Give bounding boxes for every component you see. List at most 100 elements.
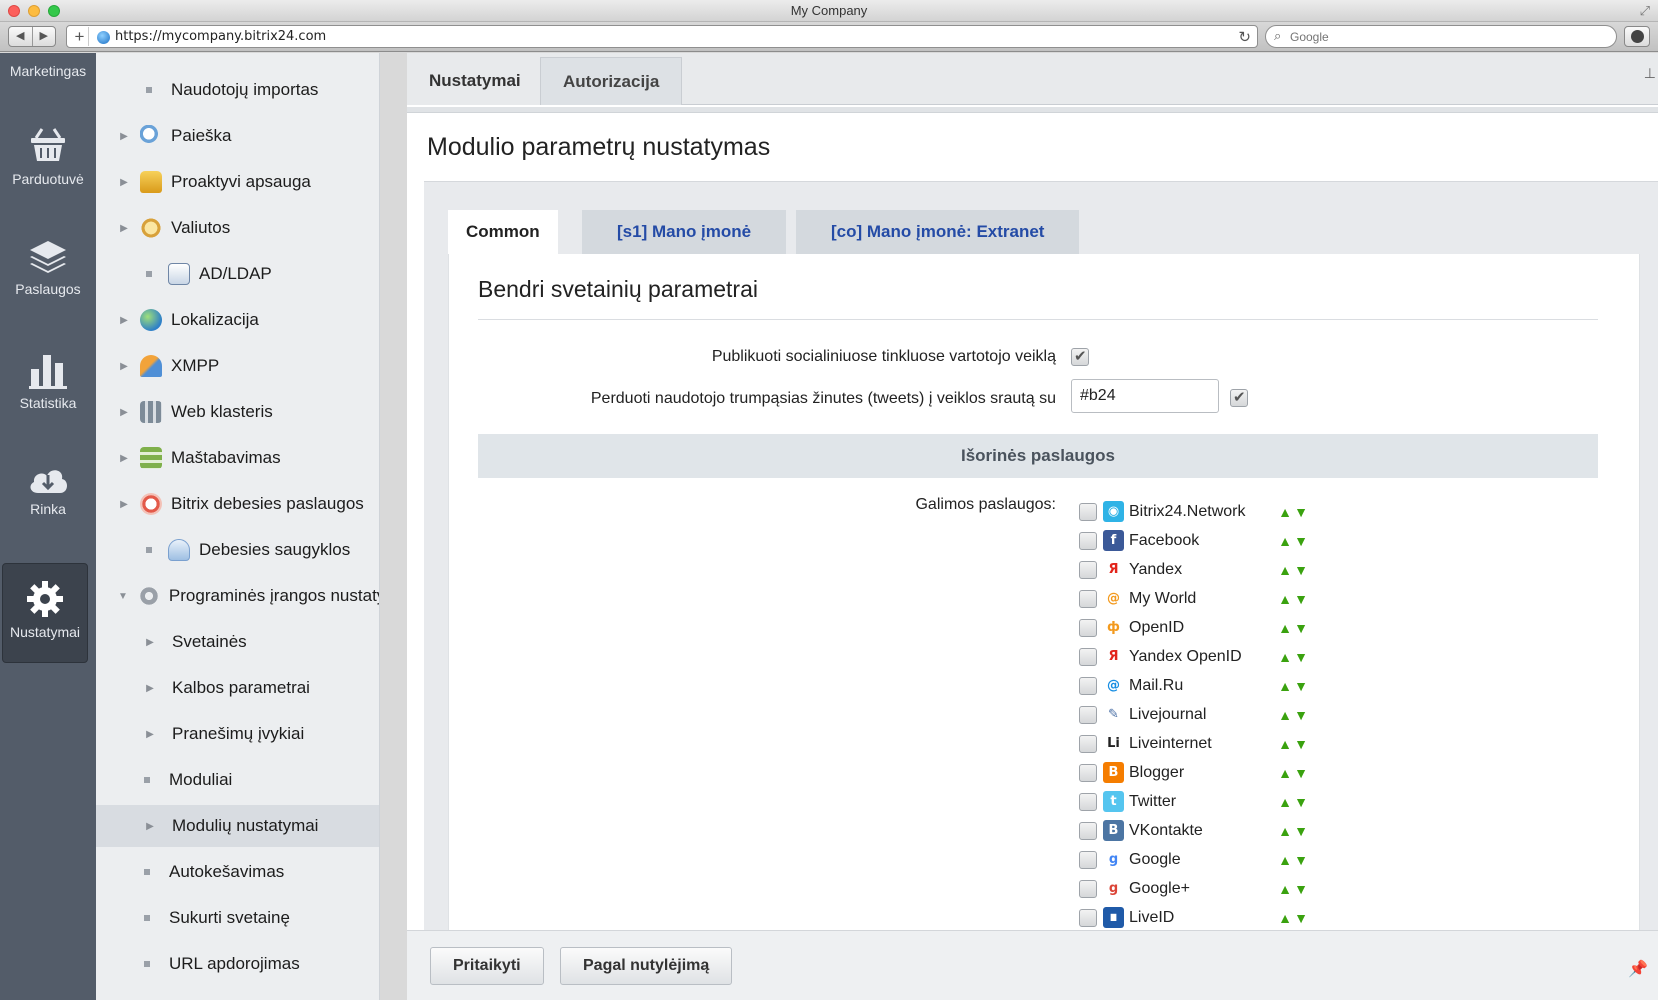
service-checkbox[interactable] bbox=[1079, 792, 1097, 811]
tree-item-search[interactable]: ▶ Paieška bbox=[96, 115, 379, 157]
subtab-co[interactable]: [co] Mano įmonė: Extranet bbox=[796, 210, 1080, 254]
move-up-icon[interactable]: ▲ bbox=[1277, 533, 1293, 549]
service-checkbox[interactable] bbox=[1079, 734, 1097, 753]
service-checkbox[interactable] bbox=[1079, 908, 1097, 927]
expand-arrow-icon[interactable]: ▶ bbox=[144, 821, 156, 832]
tree-item-sites[interactable]: ▶ Svetainės bbox=[96, 621, 379, 663]
move-up-icon[interactable]: ▲ bbox=[1277, 678, 1293, 694]
move-up-icon[interactable]: ▲ bbox=[1277, 794, 1293, 810]
rail-item-shop[interactable]: Parduotuvė bbox=[0, 125, 96, 187]
expand-arrow-icon[interactable]: ▶ bbox=[118, 177, 130, 188]
search-input[interactable] bbox=[1290, 28, 1600, 45]
rail-item-market[interactable]: Rinka bbox=[0, 463, 96, 517]
move-up-icon[interactable]: ▲ bbox=[1277, 736, 1293, 752]
collapse-arrow-icon[interactable]: ▼ bbox=[118, 591, 128, 602]
move-up-icon[interactable]: ▲ bbox=[1277, 910, 1293, 926]
tree-item-language-params[interactable]: ▶ Kalbos parametrai bbox=[96, 667, 379, 709]
tree-item-proactive-protection[interactable]: ▶ Proaktyvi apsauga bbox=[96, 161, 379, 203]
forward-icon[interactable]: ▶ bbox=[33, 27, 56, 46]
tree-item-message-events[interactable]: ▶ Pranešimų įvykiai bbox=[96, 713, 379, 755]
tree-item-bitrix-cloud[interactable]: ▶ Bitrix debesies paslaugos bbox=[96, 483, 379, 525]
reload-icon[interactable]: ↻ bbox=[1238, 28, 1251, 46]
address-bar[interactable]: + https://mycompany.bitrix24.com ↻ bbox=[66, 25, 1258, 48]
expand-arrow-icon[interactable]: ▶ bbox=[118, 453, 130, 464]
service-checkbox[interactable] bbox=[1079, 647, 1097, 666]
pin-icon[interactable]: ⊥ bbox=[1644, 65, 1656, 82]
apply-button[interactable]: Pritaikyti bbox=[430, 947, 544, 985]
publish-activity-checkbox[interactable] bbox=[1071, 347, 1089, 366]
service-checkbox[interactable] bbox=[1079, 879, 1097, 898]
move-up-icon[interactable]: ▲ bbox=[1277, 591, 1293, 607]
tree-item-autocache[interactable]: Autokešavimas bbox=[96, 851, 379, 893]
expand-arrow-icon[interactable]: ▶ bbox=[118, 361, 130, 372]
tree-item-web-cluster[interactable]: ▶ Web klasteris bbox=[96, 391, 379, 433]
move-down-icon[interactable]: ▼ bbox=[1293, 649, 1309, 665]
move-down-icon[interactable]: ▼ bbox=[1293, 736, 1309, 752]
tree-item-create-site[interactable]: Sukurti svetainę bbox=[96, 897, 379, 939]
tree-item-scaling[interactable]: ▶ Maštabavimas bbox=[96, 437, 379, 479]
expand-arrow-icon[interactable]: ▶ bbox=[118, 407, 130, 418]
expand-arrow-icon[interactable]: ▶ bbox=[118, 131, 130, 142]
move-up-icon[interactable]: ▲ bbox=[1277, 562, 1293, 578]
move-down-icon[interactable]: ▼ bbox=[1293, 823, 1309, 839]
tweets-tag-input[interactable] bbox=[1071, 379, 1219, 413]
expand-arrow-icon[interactable]: ▶ bbox=[118, 499, 130, 510]
tab-authorization[interactable]: Autorizacija bbox=[540, 57, 683, 105]
service-checkbox[interactable] bbox=[1079, 531, 1097, 550]
move-down-icon[interactable]: ▼ bbox=[1293, 533, 1309, 549]
tree-item-url-processing[interactable]: URL apdorojimas bbox=[96, 943, 379, 985]
move-down-icon[interactable]: ▼ bbox=[1293, 562, 1309, 578]
expand-arrow-icon[interactable]: ▶ bbox=[118, 223, 130, 234]
move-down-icon[interactable]: ▼ bbox=[1293, 707, 1309, 723]
tree-item-software-settings[interactable]: ▼ Programinės įrangos nustaty bbox=[96, 575, 379, 617]
move-up-icon[interactable]: ▲ bbox=[1277, 649, 1293, 665]
move-up-icon[interactable]: ▲ bbox=[1277, 707, 1293, 723]
move-up-icon[interactable]: ▲ bbox=[1277, 620, 1293, 636]
move-up-icon[interactable]: ▲ bbox=[1277, 765, 1293, 781]
service-checkbox[interactable] bbox=[1079, 560, 1097, 579]
move-down-icon[interactable]: ▼ bbox=[1293, 794, 1309, 810]
service-checkbox[interactable] bbox=[1079, 763, 1097, 782]
tree-item-xmpp[interactable]: ▶ XMPP bbox=[96, 345, 379, 387]
add-bookmark-icon[interactable]: + bbox=[71, 27, 89, 46]
move-down-icon[interactable]: ▼ bbox=[1293, 852, 1309, 868]
move-down-icon[interactable]: ▼ bbox=[1293, 504, 1309, 520]
rail-item-settings[interactable]: Nustatymai bbox=[2, 563, 88, 663]
default-button[interactable]: Pagal nutylėjimą bbox=[560, 947, 733, 985]
url-text[interactable]: https://mycompany.bitrix24.com bbox=[115, 29, 326, 44]
rail-item-marketing[interactable]: Marketingas bbox=[0, 63, 96, 79]
move-down-icon[interactable]: ▼ bbox=[1293, 620, 1309, 636]
move-up-icon[interactable]: ▲ bbox=[1277, 881, 1293, 897]
move-up-icon[interactable]: ▲ bbox=[1277, 852, 1293, 868]
service-checkbox[interactable] bbox=[1079, 589, 1097, 608]
expand-arrow-icon[interactable]: ▶ bbox=[144, 637, 156, 648]
tree-item-user-import[interactable]: Naudotojų importas bbox=[96, 69, 379, 111]
subtab-s1[interactable]: [s1] Mano įmonė bbox=[582, 210, 787, 254]
tree-item-cloud-storage[interactable]: Debesies saugyklos bbox=[96, 529, 379, 571]
rail-item-services[interactable]: Paslaugos bbox=[0, 239, 96, 297]
service-checkbox[interactable] bbox=[1079, 850, 1097, 869]
reader-button[interactable] bbox=[1624, 26, 1650, 47]
rail-item-statistics[interactable]: Statistika bbox=[0, 351, 96, 411]
tree-item-currencies[interactable]: ▶ Valiutos bbox=[96, 207, 379, 249]
tab-settings[interactable]: Nustatymai bbox=[407, 57, 543, 105]
tree-item-ad-ldap[interactable]: AD/LDAP bbox=[96, 253, 379, 295]
move-down-icon[interactable]: ▼ bbox=[1293, 591, 1309, 607]
service-checkbox[interactable] bbox=[1079, 502, 1097, 521]
service-checkbox[interactable] bbox=[1079, 676, 1097, 695]
tweets-checkbox[interactable] bbox=[1230, 388, 1248, 407]
service-checkbox[interactable] bbox=[1079, 705, 1097, 724]
move-down-icon[interactable]: ▼ bbox=[1293, 678, 1309, 694]
expand-arrow-icon[interactable]: ▶ bbox=[144, 729, 156, 740]
service-checkbox[interactable] bbox=[1079, 821, 1097, 840]
subtab-common[interactable]: Common bbox=[448, 210, 558, 254]
move-down-icon[interactable]: ▼ bbox=[1293, 881, 1309, 897]
tree-item-localization[interactable]: ▶ Lokalizacija bbox=[96, 299, 379, 341]
back-icon[interactable]: ◀ bbox=[9, 27, 33, 46]
move-up-icon[interactable]: ▲ bbox=[1277, 823, 1293, 839]
tree-item-module-settings[interactable]: ▶ Modulių nustatymai bbox=[96, 805, 379, 847]
expand-arrow-icon[interactable]: ▶ bbox=[144, 683, 156, 694]
pin-icon[interactable]: 📌 bbox=[1628, 959, 1648, 979]
move-down-icon[interactable]: ▼ bbox=[1293, 910, 1309, 926]
move-up-icon[interactable]: ▲ bbox=[1277, 504, 1293, 520]
